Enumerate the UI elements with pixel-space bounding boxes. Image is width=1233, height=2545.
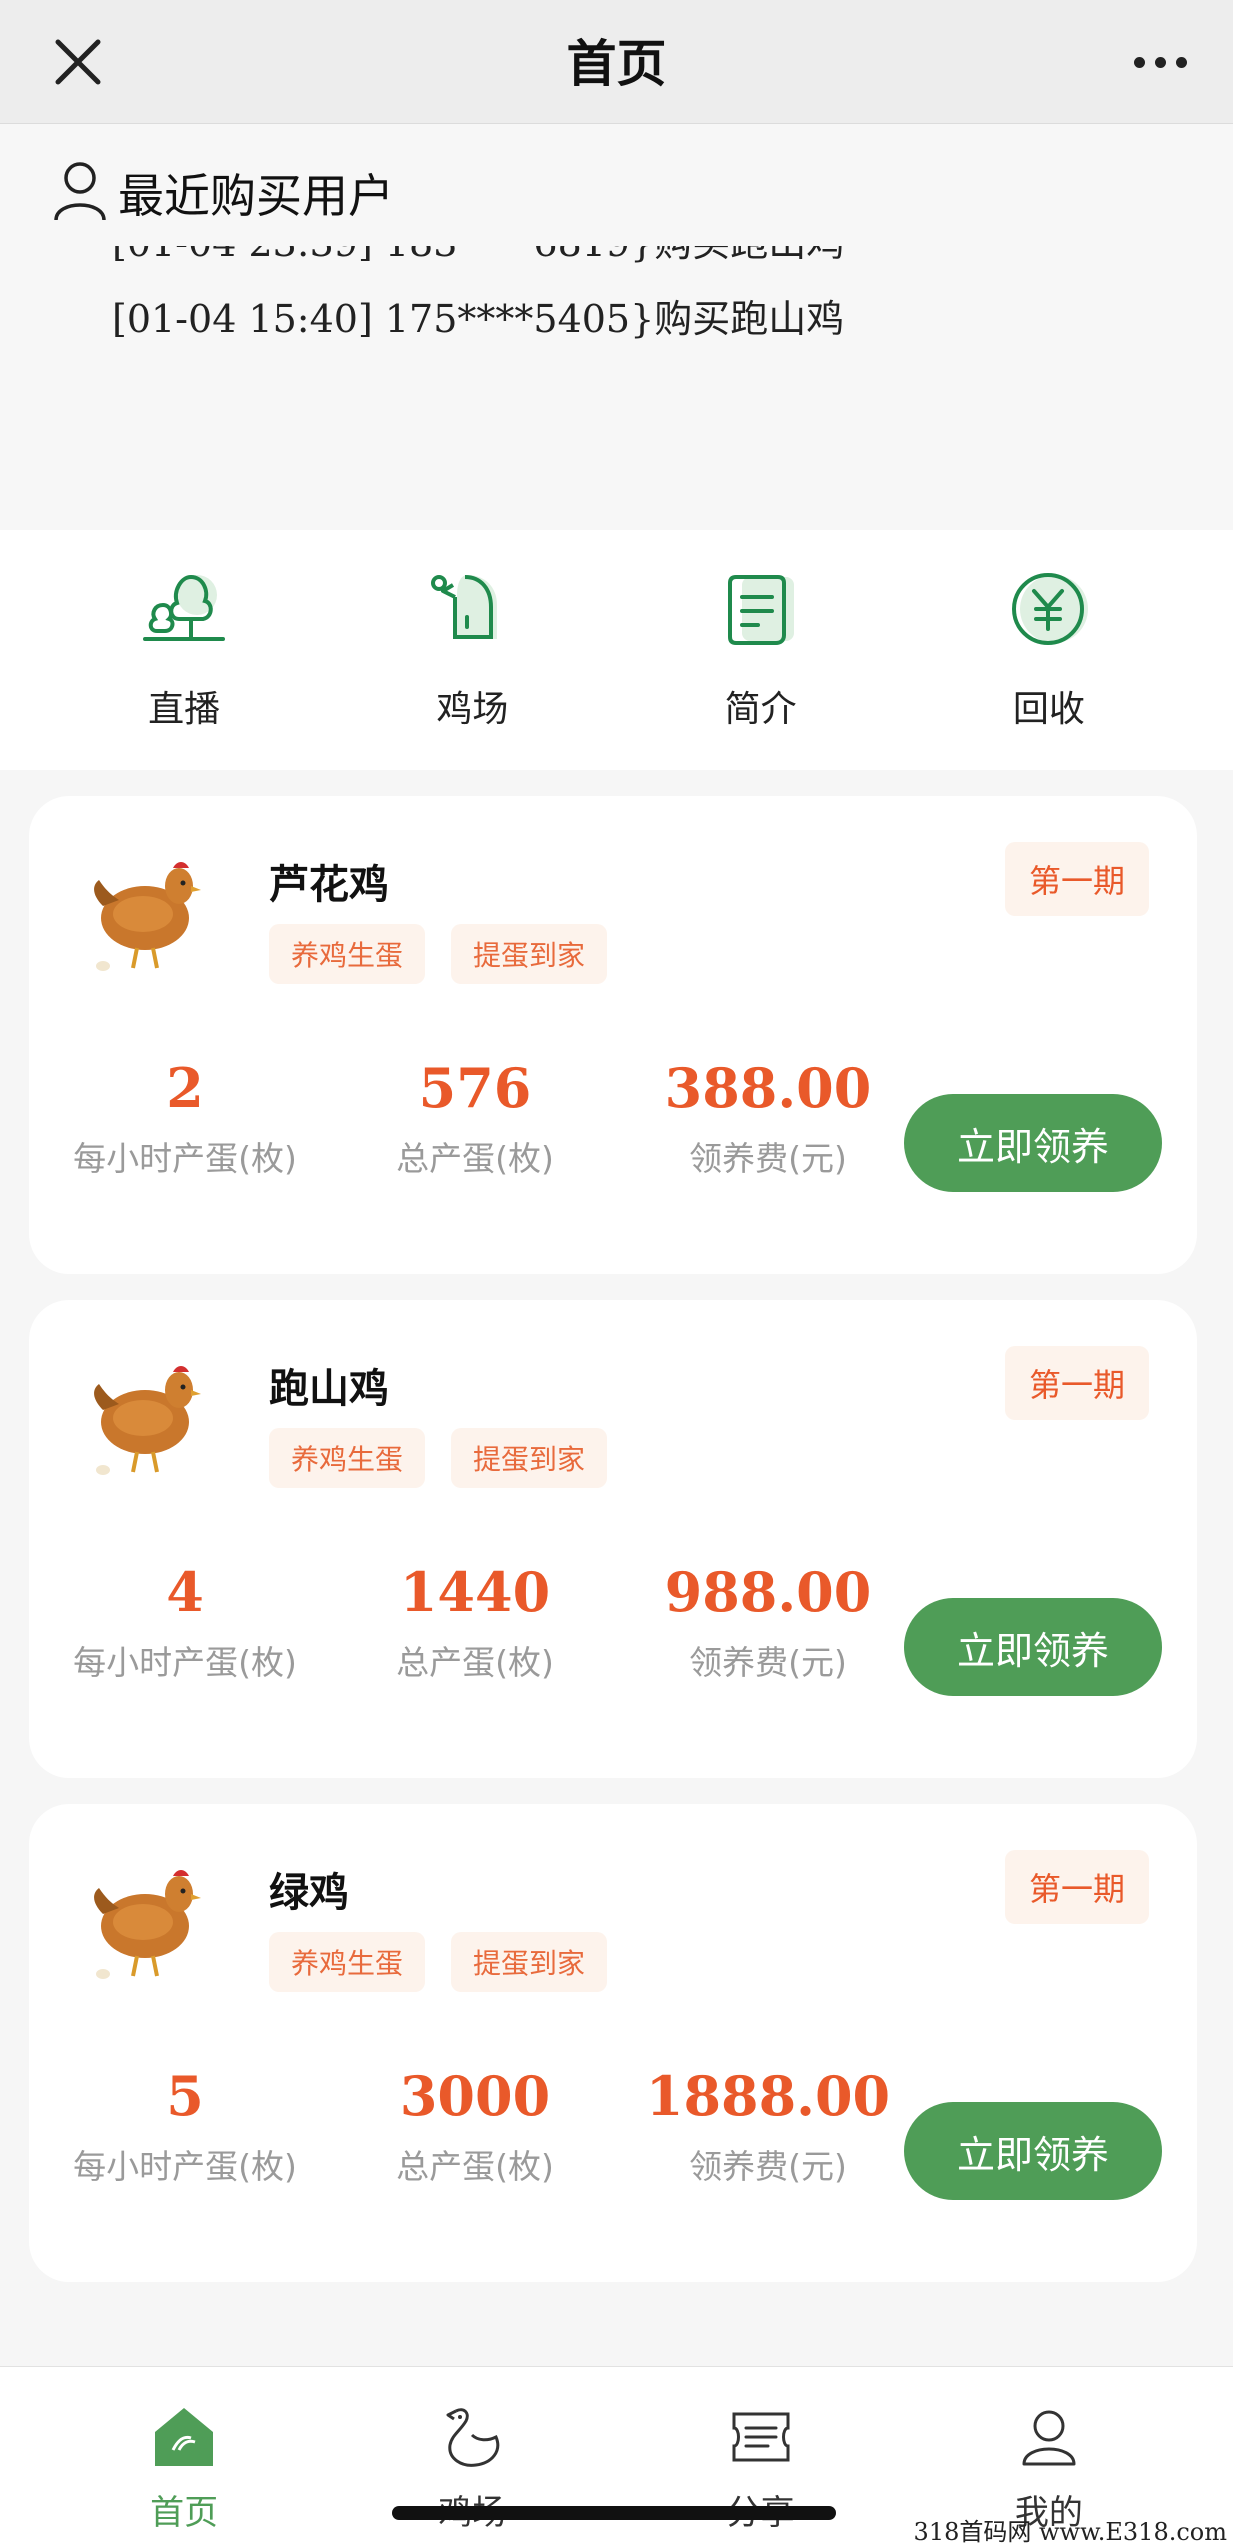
product-name: 跑山鸡 — [269, 1366, 389, 1412]
tree-icon — [134, 560, 234, 660]
ticker-item: [01-04 23:39] 183****6819}购买跑山鸡 — [112, 246, 844, 267]
user-icon — [1009, 2397, 1089, 2477]
stat-value: 388.00 — [664, 1056, 872, 1120]
stats-row: 5 每小时产蛋(枚) 3000 总产蛋(枚) 1888.00 领养费(元) — [29, 2064, 890, 2204]
home-icon — [144, 2397, 224, 2477]
user-icon — [52, 160, 108, 226]
stat-eggs-per-hour: 4 每小时产蛋(枚) — [45, 1560, 325, 1684]
stat-label: 总产蛋(枚) — [396, 1643, 554, 1682]
chicken-icon — [422, 560, 522, 660]
period-badge: 第一期 — [1004, 1346, 1149, 1420]
product-card: 跑山鸡 养鸡生蛋 提蛋到家 第一期 4 每小时产蛋(枚) 1440 总产蛋(枚)… — [29, 1300, 1197, 1778]
tag: 提蛋到家 — [451, 924, 608, 984]
stat-label: 每小时产蛋(枚) — [73, 2147, 297, 2186]
period-badge: 第一期 — [1004, 1850, 1149, 1924]
recent-buyers-title: 最近购买用户 — [118, 169, 394, 223]
stat-value: 5 — [166, 2064, 204, 2128]
stat-value: 2 — [166, 1056, 204, 1120]
stat-eggs-per-hour: 5 每小时产蛋(枚) — [45, 2064, 325, 2188]
stat-label: 每小时产蛋(枚) — [73, 1643, 297, 1682]
stat-label: 总产蛋(枚) — [396, 1139, 554, 1178]
document-icon — [711, 560, 811, 660]
home-indicator — [392, 2506, 836, 2520]
tag: 提蛋到家 — [451, 1932, 608, 1992]
stat-fee: 1888.00 领养费(元) — [628, 2064, 908, 2188]
shortcut-label: 鸡场 — [436, 689, 509, 730]
tag-list: 养鸡生蛋 提蛋到家 — [269, 1932, 608, 1992]
product-name: 芦花鸡 — [269, 862, 389, 908]
adopt-button[interactable]: 立即领养 — [904, 1094, 1162, 1192]
tag-list: 养鸡生蛋 提蛋到家 — [269, 924, 608, 984]
recent-buyers-panel: 最近购买用户 [01-04 23:39] 183****6819}购买跑山鸡 [… — [0, 124, 1233, 530]
tag: 提蛋到家 — [451, 1428, 608, 1488]
stat-total-eggs: 3000 总产蛋(枚) — [335, 2064, 615, 2188]
shortcut-grid: 直播 鸡场 简介 回收 — [0, 530, 1233, 770]
shortcut-label: 直播 — [148, 689, 221, 730]
tab-home[interactable]: 首页 — [94, 2367, 274, 2545]
tab-label: 首页 — [150, 2493, 219, 2533]
stat-eggs-per-hour: 2 每小时产蛋(枚) — [45, 1056, 325, 1180]
stat-value: 988.00 — [664, 1560, 872, 1624]
stat-label: 每小时产蛋(枚) — [73, 1139, 297, 1178]
shortcut-intro[interactable]: 简介 — [661, 530, 861, 770]
stats-row: 4 每小时产蛋(枚) 1440 总产蛋(枚) 988.00 领养费(元) — [29, 1560, 889, 1700]
page-title: 首页 — [566, 35, 667, 93]
adopt-button[interactable]: 立即领养 — [904, 1598, 1162, 1696]
stat-value: 3000 — [399, 2064, 551, 2128]
stat-value: 576 — [418, 1056, 532, 1120]
product-card: 绿鸡 养鸡生蛋 提蛋到家 第一期 5 每小时产蛋(枚) 3000 总产蛋(枚) … — [29, 1804, 1197, 2282]
stat-value: 4 — [166, 1560, 204, 1624]
period-badge: 第一期 — [1004, 842, 1149, 916]
stats-row: 2 每小时产蛋(枚) 576 总产蛋(枚) 388.00 领养费(元) — [29, 1056, 889, 1196]
stat-total-eggs: 576 总产蛋(枚) — [335, 1056, 615, 1180]
stat-label: 领养费(元) — [689, 1643, 847, 1682]
stat-value: 1440 — [399, 1560, 551, 1624]
nav-bar: 首页 — [0, 0, 1233, 124]
chicken-icon — [432, 2397, 512, 2477]
share-icon — [721, 2397, 801, 2477]
stat-label: 领养费(元) — [689, 1139, 847, 1178]
stat-value: 1888.00 — [645, 2064, 891, 2128]
chicken-image — [73, 836, 223, 986]
product-name: 绿鸡 — [269, 1870, 349, 1916]
purchase-ticker: [01-04 23:39] 183****6819}购买跑山鸡 [01-04 1… — [112, 246, 1233, 386]
stat-fee: 988.00 领养费(元) — [628, 1560, 908, 1684]
watermark: 318首码网 www.E318.com — [913, 2518, 1227, 2545]
shortcut-label: 回收 — [1012, 689, 1085, 730]
stat-total-eggs: 1440 总产蛋(枚) — [335, 1560, 615, 1684]
chicken-image — [73, 1340, 223, 1490]
product-card: 芦花鸡 养鸡生蛋 提蛋到家 第一期 2 每小时产蛋(枚) 576 总产蛋(枚) … — [29, 796, 1197, 1274]
chicken-image — [73, 1844, 223, 1994]
shortcut-recycle[interactable]: 回收 — [949, 530, 1149, 770]
shortcut-live[interactable]: 直播 — [84, 530, 284, 770]
yen-icon — [999, 560, 1099, 660]
tag: 养鸡生蛋 — [269, 924, 426, 984]
shortcut-farm[interactable]: 鸡场 — [372, 530, 572, 770]
stat-label: 领养费(元) — [689, 2147, 847, 2186]
ticker-item: [01-04 15:40] 175****5405}购买跑山鸡 — [112, 297, 845, 341]
shortcut-label: 简介 — [724, 689, 797, 730]
tag-list: 养鸡生蛋 提蛋到家 — [269, 1428, 608, 1488]
stat-label: 总产蛋(枚) — [396, 2147, 554, 2186]
tag: 养鸡生蛋 — [269, 1428, 426, 1488]
adopt-button[interactable]: 立即领养 — [904, 2102, 1162, 2200]
stat-fee: 388.00 领养费(元) — [628, 1056, 908, 1180]
recent-buyers-header: 最近购买用户 — [52, 160, 394, 226]
tag: 养鸡生蛋 — [269, 1932, 426, 1992]
more-icon[interactable] — [1115, 34, 1205, 90]
